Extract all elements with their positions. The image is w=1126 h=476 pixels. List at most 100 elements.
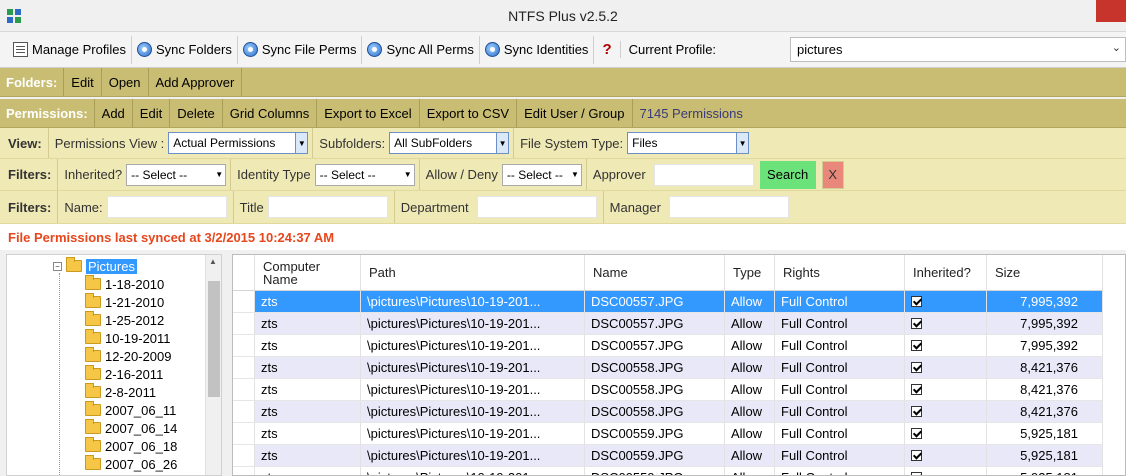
permissions-delete-button[interactable]: Delete <box>169 99 222 127</box>
table-row[interactable]: zts\pictures\Pictures\10-19-201...DSC005… <box>233 357 1103 379</box>
clear-filters-button[interactable]: X <box>821 160 844 189</box>
cell-type: Allow <box>725 313 775 335</box>
permissions-edit-button[interactable]: Edit <box>131 99 169 127</box>
cell-computer-name: zts <box>255 335 361 357</box>
tree-node-label: 2007_06_14 <box>105 420 178 436</box>
table-row[interactable]: zts\pictures\Pictures\10-19-201...DSC005… <box>233 445 1103 467</box>
main-toolbar: Manage Profiles Sync Folders Sync File P… <box>0 32 1126 68</box>
manage-profiles-button[interactable]: Manage Profiles <box>8 35 132 64</box>
sync-identities-button[interactable]: Sync Identities <box>480 35 595 64</box>
sync-icon <box>484 42 500 57</box>
column-header-path[interactable]: Path <box>361 255 585 290</box>
grid-columns-button[interactable]: Grid Columns <box>221 99 316 127</box>
cell-name: DSC00558.JPG <box>585 379 725 401</box>
row-selector[interactable] <box>233 313 255 335</box>
tree-node[interactable]: 2-8-2011 <box>85 383 156 401</box>
row-selector[interactable] <box>233 357 255 379</box>
sync-status-message: File Permissions last synced at 3/2/2015… <box>0 224 1126 250</box>
column-header-type[interactable]: Type <box>725 255 775 290</box>
help-button[interactable]: ? <box>594 41 621 58</box>
row-selector[interactable] <box>233 423 255 445</box>
sync-icon <box>367 42 383 57</box>
tree-node[interactable]: 2007_06_14 <box>85 419 177 437</box>
column-header-rights[interactable]: Rights <box>775 255 905 290</box>
close-button[interactable] <box>1096 0 1126 22</box>
table-row[interactable]: zts\pictures\Pictures\10-19-201...DSC005… <box>233 313 1103 335</box>
manager-label: Manager <box>609 199 661 215</box>
sync-all-perms-button[interactable]: Sync All Perms <box>362 35 480 64</box>
tree-scrollbar[interactable]: ▲ <box>205 255 221 475</box>
row-selector[interactable] <box>233 467 255 475</box>
column-header-inherited[interactable]: Inherited? <box>905 255 987 290</box>
row-selector[interactable] <box>233 291 255 313</box>
cell-type: Allow <box>725 445 775 467</box>
title-label: Title <box>239 199 264 215</box>
folder-icon <box>85 293 101 308</box>
inherited-select[interactable]: -- Select -- ▼ <box>126 163 227 186</box>
row-selector[interactable] <box>233 445 255 467</box>
identity-type-select[interactable]: -- Select -- ▼ <box>314 163 415 186</box>
tree-node[interactable]: 12-20-2009 <box>85 347 172 365</box>
name-input[interactable] <box>106 196 227 218</box>
export-excel-button[interactable]: Export to Excel <box>316 99 418 127</box>
permissions-add-button[interactable]: Add <box>93 99 132 127</box>
tree-node[interactable]: 1-18-2010 <box>85 275 164 293</box>
tree-node[interactable]: 2-16-2011 <box>85 365 163 383</box>
search-button[interactable]: Search <box>759 160 816 189</box>
current-profile-select[interactable]: pictures ⌄ <box>790 37 1126 62</box>
tree-node[interactable]: 1-25-2012 <box>85 311 164 329</box>
tree-node-label: 12-20-2009 <box>105 348 172 364</box>
table-row[interactable]: zts\pictures\Pictures\10-19-201...DSC005… <box>233 467 1103 475</box>
scrollbar-thumb[interactable] <box>208 281 220 397</box>
sync-file-perms-button[interactable]: Sync File Perms <box>238 35 363 64</box>
add-approver-button[interactable]: Add Approver <box>147 68 243 96</box>
sync-all-perms-label: Sync All Perms <box>386 42 474 57</box>
folders-open-button[interactable]: Open <box>100 68 148 96</box>
permissions-view-select[interactable]: Actual Permissions ▼ <box>168 132 309 154</box>
inherited-checkbox <box>911 384 922 395</box>
subfolders-select[interactable]: All SubFolders ▼ <box>389 132 510 154</box>
allow-deny-value: -- Select -- <box>506 167 563 182</box>
department-input[interactable] <box>476 196 597 218</box>
cell-size: 8,421,376 <box>987 379 1103 401</box>
allow-deny-select[interactable]: -- Select -- ▼ <box>501 163 582 186</box>
manager-input[interactable] <box>668 196 789 218</box>
chevron-down-icon: ▼ <box>570 170 579 179</box>
cell-name: DSC00559.JPG <box>585 423 725 445</box>
column-header-size[interactable]: Size <box>987 255 1103 290</box>
table-row[interactable]: zts\pictures\Pictures\10-19-201...DSC005… <box>233 335 1103 357</box>
approver-input[interactable] <box>653 163 754 186</box>
cell-size: 5,925,181 <box>987 445 1103 467</box>
column-header-computer-name[interactable]: Computer Name <box>255 255 361 290</box>
row-selector[interactable] <box>233 379 255 401</box>
tree-root-node[interactable]: − Pictures <box>53 257 137 275</box>
tree-node[interactable]: 2007_06_26 <box>85 455 177 473</box>
title-input[interactable] <box>267 196 388 218</box>
folders-edit-button[interactable]: Edit <box>63 68 100 96</box>
table-row[interactable]: zts\pictures\Pictures\10-19-201...DSC005… <box>233 291 1103 313</box>
cell-inherited <box>905 445 987 467</box>
collapse-icon[interactable]: − <box>53 261 62 271</box>
folder-tree[interactable]: − Pictures 1-18-2010 1-21-2010 1-25-2012 10… <box>6 254 222 476</box>
tree-node[interactable]: 2007_06_11 <box>85 401 176 419</box>
view-row: View: Permissions View : Actual Permissi… <box>0 128 1126 159</box>
table-row[interactable]: zts\pictures\Pictures\10-19-201...DSC005… <box>233 379 1103 401</box>
sync-folders-button[interactable]: Sync Folders <box>132 35 238 64</box>
row-selector[interactable] <box>233 335 255 357</box>
row-selector[interactable] <box>233 401 255 423</box>
inherited-checkbox <box>911 296 922 307</box>
table-row[interactable]: zts\pictures\Pictures\10-19-201...DSC005… <box>233 401 1103 423</box>
cell-path: \pictures\Pictures\10-19-201... <box>361 423 585 445</box>
export-csv-button[interactable]: Export to CSV <box>418 99 516 127</box>
table-row[interactable]: zts\pictures\Pictures\10-19-201...DSC005… <box>233 423 1103 445</box>
edit-user-group-button[interactable]: Edit User / Group <box>516 99 631 127</box>
tree-node[interactable]: 1-21-2010 <box>85 293 164 311</box>
cell-computer-name: zts <box>255 423 361 445</box>
window-title: NTFS Plus v2.5.2 <box>508 8 618 24</box>
tree-node-label: 2-8-2011 <box>105 384 157 400</box>
fs-type-select[interactable]: Files ▼ <box>627 132 750 154</box>
tree-node[interactable]: 10-19-2011 <box>85 329 171 347</box>
tree-node[interactable]: 2007_06_18 <box>85 437 177 455</box>
column-header-name[interactable]: Name <box>585 255 725 290</box>
scroll-up-icon[interactable]: ▲ <box>209 257 217 266</box>
